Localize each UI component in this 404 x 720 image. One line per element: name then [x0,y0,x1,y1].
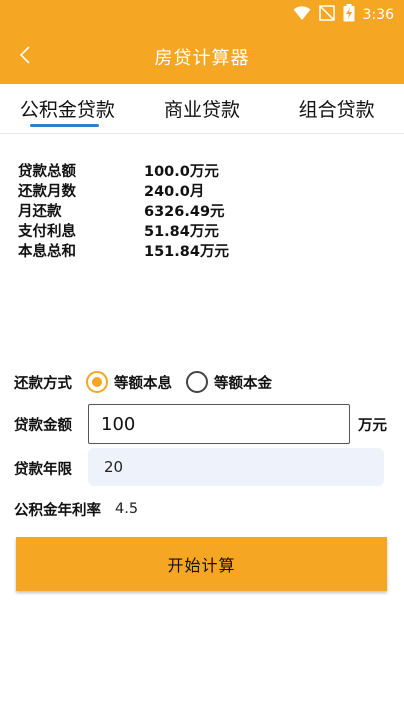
radio-equal-installment[interactable]: 等额本息 [86,371,172,393]
start-calculation-button[interactable]: 开始计算 [16,537,387,591]
loan-years-input[interactable] [88,448,384,486]
loan-amount-input[interactable] [88,404,350,444]
status-time: 3:36 [362,7,394,23]
result-value: 151.84万元 [144,243,229,260]
radio-checked-icon [86,371,108,393]
loan-type-tabs: 公积金贷款 商业贷款 组合贷款 [0,84,404,134]
result-value: 51.84万元 [144,223,219,240]
status-bar: 3:36 [0,0,404,30]
repay-method-row: 还款方式 等额本息 等额本金 [14,368,394,396]
result-row-interest: 支付利息 51.84万元 [18,220,358,240]
rate-value: 4.5 [115,501,139,517]
result-label: 还款月数 [18,183,76,200]
repay-method-label: 还款方式 [14,375,72,392]
result-row-monthly-payment: 月还款 6326.49元 [18,200,358,220]
result-label: 贷款总额 [18,163,76,180]
result-row-months: 还款月数 240.0月 [18,180,358,200]
wifi-icon [293,5,311,25]
result-value: 100.0万元 [144,163,219,180]
result-label: 本息总和 [18,243,76,260]
rate-row: 公积金年利率 4.5 [14,498,394,520]
loan-years-label: 贷款年限 [14,461,72,478]
result-value: 6326.49元 [144,203,225,220]
tab-combined-loan[interactable]: 组合贷款 [269,84,404,133]
battery-charging-icon [343,4,355,26]
radio-equal-principal[interactable]: 等额本金 [186,371,272,393]
result-row-total-sum: 本息总和 151.84万元 [18,240,358,260]
radio-unchecked-icon [186,371,208,393]
radio-label: 等额本息 [114,375,172,392]
radio-label: 等额本金 [214,375,272,392]
tab-provident-fund-loan[interactable]: 公积金贷款 [0,84,135,133]
loan-amount-label: 贷款金额 [14,417,72,434]
loan-amount-row: 贷款金额 万元 [14,404,394,444]
result-label: 月还款 [18,203,62,220]
loan-years-row: 贷款年限 [14,448,394,488]
result-row-total-loan: 贷款总额 100.0万元 [18,160,358,180]
page-title: 房贷计算器 [154,48,250,69]
loan-amount-unit: 万元 [358,418,387,434]
app-bar: 房贷计算器 [0,30,404,84]
tab-commercial-loan[interactable]: 商业贷款 [135,84,270,133]
no-signal-icon [318,5,335,25]
rate-label: 公积金年利率 [14,502,101,519]
status-icons: 3:36 [293,4,394,26]
result-label: 支付利息 [18,223,76,240]
result-value: 240.0月 [144,183,205,200]
result-list: 贷款总额 100.0万元 还款月数 240.0月 月还款 6326.49元 支付… [18,160,358,260]
